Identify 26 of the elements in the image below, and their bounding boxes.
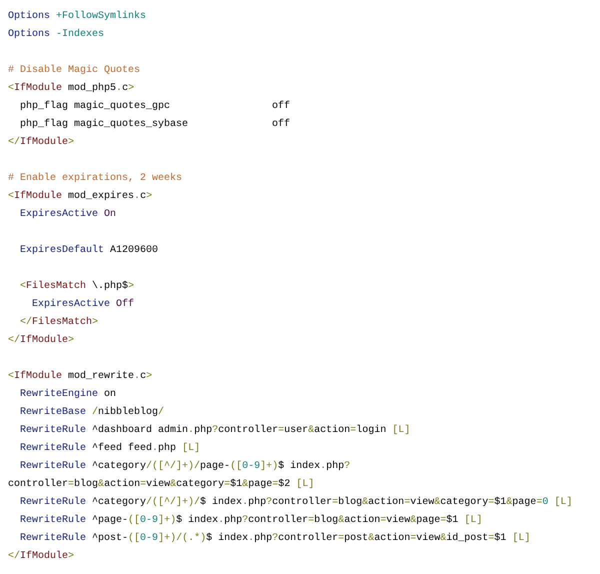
code-line: <IfModule mod_expires.c> (8, 190, 152, 204)
code-line: ExpiresActive On (19, 208, 116, 222)
code-line: <FilesMatch \.php$> (19, 280, 134, 294)
code-line: RewriteRule ^post-([0-9]+)/(.*)$ index.php?controller=post&action=view&id_post=$1 [L] (19, 532, 530, 546)
code-line: ExpiresActive Off (31, 298, 134, 312)
code-line: ExpiresDefault A1209600 (19, 244, 158, 258)
code-line: RewriteRule ^dashboard admin.php?controller=user&action=login [L] (19, 424, 410, 438)
code-line: php_flag magic_quotes_sybase off (19, 118, 290, 132)
code-line: RewriteRule ^feed feed.php [L] (19, 442, 200, 456)
code-line: controller=blog&action=view&category=$1&page=$2 [L] (8, 478, 314, 492)
code-line: <IfModule mod_rewrite.c> (8, 370, 152, 384)
code-line: Options -Indexes (8, 28, 104, 42)
code-line: RewriteRule ^category/([^/]+)/$ index.php?controller=blog&action=view&category=$1&page=0 [L] (19, 496, 572, 510)
code-line: RewriteRule ^category/([^/]+)/page-([0-9]+)$ index.php? (19, 460, 350, 474)
code-line: </IfModule> (8, 334, 74, 348)
code-line: Options +FollowSymlinks (8, 10, 146, 24)
code-line: # Enable expirations, 2 weeks (8, 172, 182, 186)
code-line: </IfModule> (8, 550, 74, 564)
code-line: RewriteEngine on (19, 388, 116, 402)
code-line: </FilesMatch> (19, 316, 98, 330)
code-line: RewriteRule ^page-([0-9]+)$ index.php?controller=blog&action=view&page=$1 [L] (19, 514, 482, 528)
code-line: php_flag magic_quotes_gpc off (19, 100, 290, 114)
code-line: <IfModule mod_php5.c> (8, 82, 134, 96)
code-line: RewriteBase /nibbleblog/ (19, 406, 164, 420)
code-line: </IfModule> (8, 136, 74, 150)
code-line: # Disable Magic Quotes (8, 64, 140, 78)
